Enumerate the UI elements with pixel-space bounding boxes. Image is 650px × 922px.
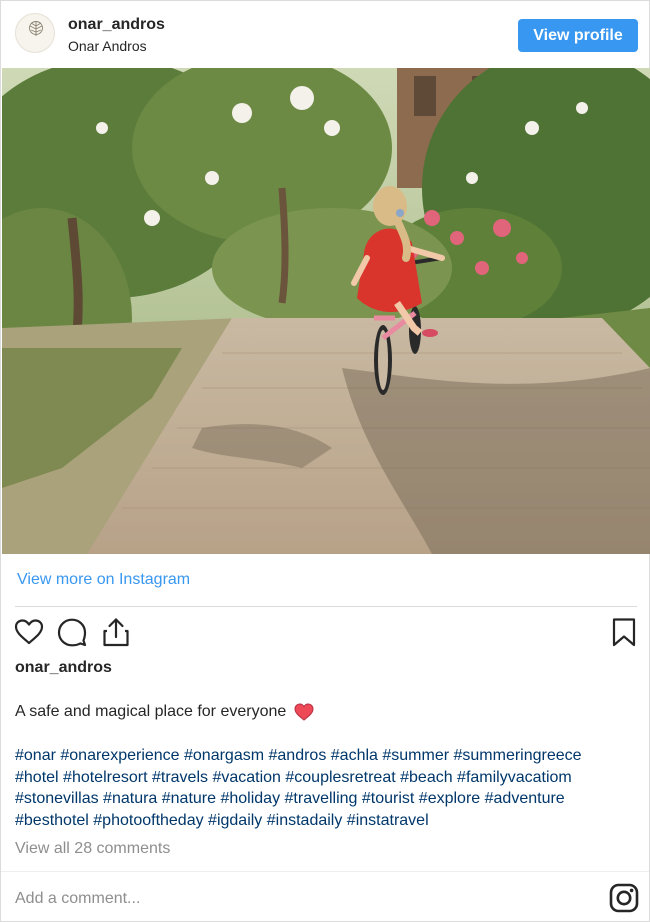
heart-icon (294, 703, 314, 721)
add-comment-input[interactable]: Add a comment... (15, 890, 140, 908)
view-all-comments-link[interactable]: View all 28 comments (15, 840, 170, 858)
view-profile-button[interactable]: View profile (518, 19, 638, 52)
hashtags[interactable]: #onar #onarexperience #onargasm #andros … (15, 745, 635, 831)
divider (15, 606, 637, 607)
comment-button[interactable] (56, 616, 88, 648)
view-more-on-instagram-link[interactable]: View more on Instagram (17, 571, 190, 589)
instagram-icon (609, 883, 639, 913)
post-caption: A safe and magical place for everyone (15, 703, 314, 721)
comment-icon (57, 618, 87, 647)
heart-icon (14, 619, 44, 645)
hashtag-line[interactable]: #stonevillas #natura #nature #holiday #t… (15, 788, 635, 810)
save-button[interactable] (608, 616, 640, 648)
header-full-name: Onar Andros (68, 38, 147, 54)
share-button[interactable] (100, 616, 132, 648)
photo-girl-on-bike (2, 68, 650, 554)
instagram-logo-icon[interactable] (609, 883, 639, 913)
hashtag-line[interactable]: #onar #onarexperience #onargasm #andros … (15, 745, 635, 767)
hashtag-line[interactable]: #hotel #hotelresort #travels #vacation #… (15, 767, 635, 789)
divider (1, 871, 649, 872)
post-header: onar_andros Onar Andros View profile (1, 1, 649, 67)
hashtag-line[interactable]: #besthotel #photooftheday #igdaily #inst… (15, 810, 635, 832)
post-photo[interactable] (2, 68, 650, 554)
like-button[interactable] (13, 616, 45, 648)
avatar[interactable] (15, 13, 55, 53)
onar-logo-icon (29, 21, 43, 36)
header-username[interactable]: onar_andros (68, 16, 165, 34)
bookmark-icon (612, 618, 636, 647)
post-owner-username[interactable]: onar_andros (15, 659, 112, 677)
share-icon (103, 618, 129, 647)
instagram-embed-card: onar_andros Onar Andros View profile Vie… (0, 0, 650, 922)
caption-text: A safe and magical place for everyone (15, 703, 287, 720)
